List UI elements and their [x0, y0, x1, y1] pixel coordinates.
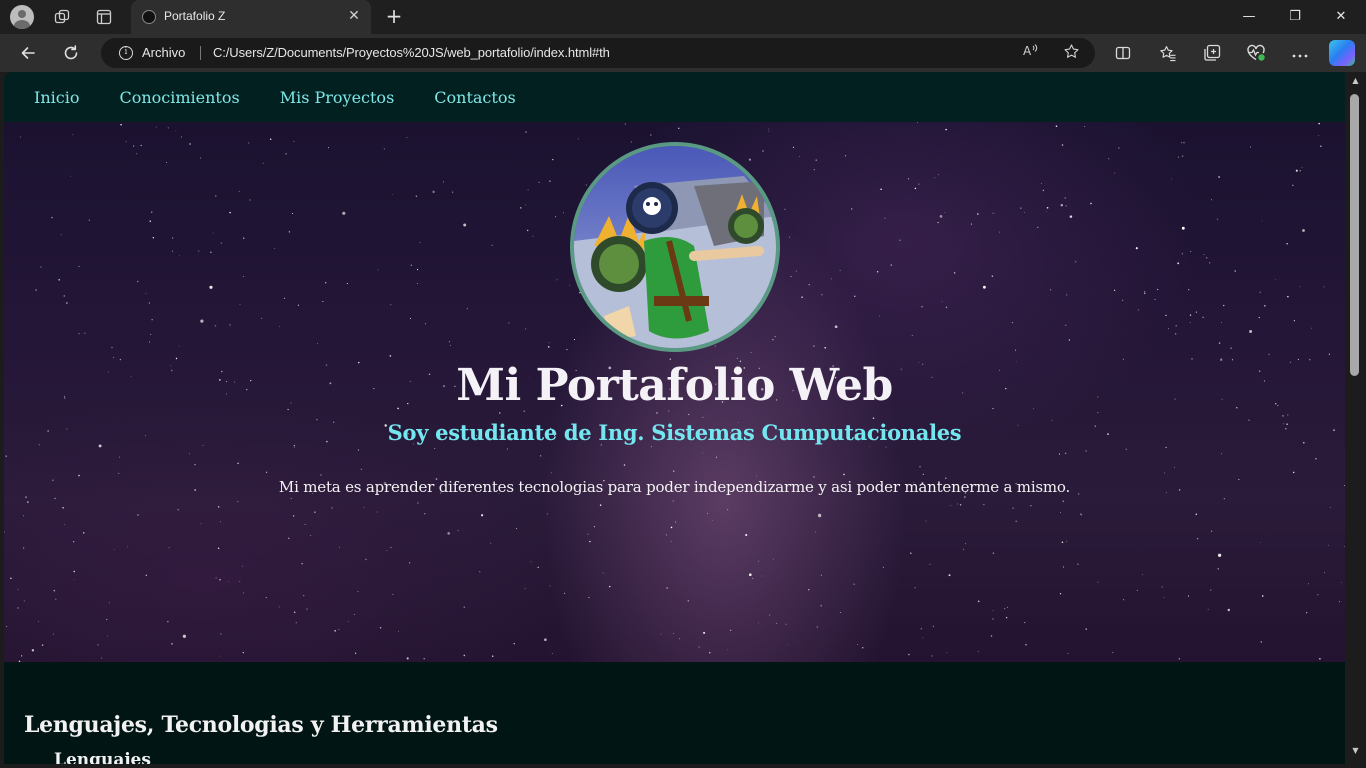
nav-link-inicio[interactable]: Inicio: [34, 88, 79, 107]
back-icon[interactable]: [15, 40, 41, 66]
browser-titlebar: Portafolio Z ✕ + — ❐ ✕: [0, 0, 1366, 34]
favorites-icon[interactable]: [1155, 40, 1181, 66]
performance-icon[interactable]: [1243, 40, 1269, 66]
split-screen-icon[interactable]: [1110, 40, 1136, 66]
tab-favicon-icon: [142, 10, 156, 24]
browser-toolbar: i Archivo C:/Users/Z/Documents/Proyectos…: [0, 34, 1366, 72]
tab-title: Portafolio Z: [164, 9, 226, 23]
new-tab-button[interactable]: +: [382, 5, 406, 29]
workspaces-icon[interactable]: [50, 5, 74, 29]
scroll-thumb[interactable]: [1350, 94, 1359, 376]
favorite-star-icon[interactable]: [1061, 43, 1081, 63]
info-icon[interactable]: i: [119, 46, 133, 60]
scroll-down-icon[interactable]: ▼: [1345, 744, 1366, 758]
more-icon[interactable]: [1287, 40, 1313, 66]
copilot-icon[interactable]: [1329, 40, 1355, 66]
tab-actions-icon[interactable]: [92, 5, 116, 29]
skills-section: Lenguajes, Tecnologias y Herramientas Le…: [4, 662, 1345, 764]
svg-text:A: A: [1023, 44, 1032, 57]
collections-icon[interactable]: [1199, 40, 1225, 66]
avatar: [570, 142, 780, 352]
hero-description: Mi meta es aprender diferentes tecnologi…: [278, 478, 1071, 496]
hero-section: Mi Portafolio Web Soy estudiante de Ing.…: [4, 122, 1345, 662]
url-text[interactable]: C:/Users/Z/Documents/Proyectos%20JS/web_…: [213, 45, 610, 60]
nav-link-mis-proyectos[interactable]: Mis Proyectos: [280, 88, 395, 107]
tab-portafolio[interactable]: Portafolio Z ✕: [131, 0, 371, 34]
scroll-up-icon[interactable]: ▲: [1345, 74, 1366, 88]
refresh-icon[interactable]: [58, 40, 84, 66]
nav-link-contactos[interactable]: Contactos: [434, 88, 515, 107]
omnibox-divider: [200, 46, 201, 60]
page-scrollbar[interactable]: ▲ ▼: [1345, 72, 1366, 768]
hero-title: Mi Portafolio Web: [456, 360, 893, 411]
read-aloud-icon[interactable]: A: [1021, 43, 1041, 63]
address-bar[interactable]: i Archivo C:/Users/Z/Documents/Proyectos…: [101, 38, 1095, 68]
skills-subtitle: Lenguajes: [54, 750, 151, 764]
skills-title: Lenguajes, Tecnologias y Herramientas: [24, 712, 498, 738]
site-nav: Inicio Conocimientos Mis Proyectos Conta…: [4, 72, 1345, 122]
profile-avatar[interactable]: [10, 5, 34, 29]
restore-button[interactable]: ❐: [1272, 0, 1318, 34]
hero-subtitle: Soy estudiante de Ing. Sistemas Cumputac…: [387, 420, 962, 445]
window-close-button[interactable]: ✕: [1318, 0, 1364, 34]
page-viewport: Inicio Conocimientos Mis Proyectos Conta…: [4, 72, 1345, 764]
minimize-button[interactable]: —: [1226, 0, 1272, 34]
omnibox-scheme-label: Archivo: [142, 45, 186, 60]
tab-close-icon[interactable]: ✕: [345, 7, 363, 25]
nav-link-conocimientos[interactable]: Conocimientos: [119, 88, 239, 107]
